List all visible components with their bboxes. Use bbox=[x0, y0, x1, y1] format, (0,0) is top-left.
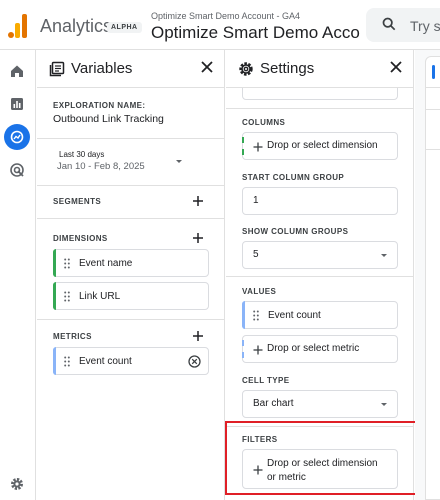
segments-label: SEGMENTS bbox=[53, 197, 102, 206]
values-label: VALUES bbox=[242, 287, 277, 296]
home-icon[interactable] bbox=[4, 58, 30, 84]
metrics-label: METRICS bbox=[53, 332, 92, 341]
date-range-value: Jan 10 - Feb 8, 2025 bbox=[57, 161, 145, 172]
divider bbox=[37, 218, 224, 219]
app-title: Analytics bbox=[40, 16, 113, 36]
divider bbox=[226, 108, 413, 109]
reports-icon[interactable] bbox=[4, 91, 30, 117]
divider bbox=[226, 276, 413, 277]
metric-label: Event count bbox=[79, 356, 132, 367]
analytics-logo-icon[interactable] bbox=[8, 14, 28, 38]
start-column-group-input[interactable]: 1 bbox=[242, 187, 398, 215]
value-label: Event count bbox=[268, 310, 321, 321]
gear-icon bbox=[239, 62, 253, 76]
gear-icon[interactable] bbox=[4, 471, 30, 497]
show-column-groups-label: SHOW COLUMN GROUPS bbox=[242, 227, 349, 236]
search-placeholder: Try se bbox=[410, 18, 440, 34]
search-input[interactable]: Try se bbox=[366, 8, 440, 42]
explore-icon[interactable] bbox=[4, 124, 30, 150]
dimension-chip[interactable]: Link URL bbox=[53, 282, 209, 310]
remove-icon[interactable] bbox=[188, 355, 201, 368]
exploration-name-label: EXPLORATION NAME: bbox=[53, 101, 146, 110]
metric-color-bar bbox=[53, 347, 56, 375]
date-range-picker[interactable]: Last 30 days Jan 10 - Feb 8, 2025 bbox=[53, 147, 183, 177]
close-icon[interactable] bbox=[200, 60, 214, 74]
previous-setting-field[interactable]: No bbox=[242, 88, 398, 100]
alpha-badge: ALPHA bbox=[107, 22, 142, 33]
metric-color-bar bbox=[242, 301, 245, 329]
divider bbox=[37, 319, 224, 320]
values-placeholder: Drop or select metric bbox=[267, 343, 360, 354]
add-dimension-icon[interactable] bbox=[192, 232, 204, 244]
dimension-color-bar bbox=[53, 282, 56, 310]
dimension-dash-bar bbox=[242, 137, 244, 155]
show-column-groups-value: 5 bbox=[253, 249, 259, 260]
start-column-group-label: START COLUMN GROUP bbox=[242, 173, 345, 182]
chevron-down-icon[interactable] bbox=[176, 160, 182, 163]
drag-handle-icon[interactable] bbox=[64, 291, 70, 302]
columns-placeholder: Drop or select dimension bbox=[267, 140, 378, 151]
add-metric-icon[interactable] bbox=[192, 330, 204, 342]
dimension-label: Event name bbox=[79, 258, 133, 269]
divider bbox=[426, 87, 440, 88]
metric-dash-bar bbox=[242, 340, 244, 358]
columns-label: COLUMNS bbox=[242, 118, 286, 127]
dimension-label: Link URL bbox=[79, 291, 121, 302]
cell-type-select[interactable]: Bar chart bbox=[242, 390, 398, 418]
columns-dropzone[interactable]: Drop or select dimension bbox=[242, 132, 398, 160]
search-icon bbox=[382, 17, 396, 31]
variables-title: Variables bbox=[71, 60, 133, 77]
variables-header: Variables bbox=[37, 50, 224, 88]
value-chip[interactable]: Event count bbox=[242, 301, 398, 329]
variables-icon bbox=[49, 61, 65, 77]
filters-highlight-box bbox=[225, 421, 422, 495]
drag-handle-icon[interactable] bbox=[64, 356, 70, 367]
show-column-groups-select[interactable]: 5 bbox=[242, 241, 398, 269]
cell-type-value: Bar chart bbox=[253, 398, 294, 409]
account-breadcrumb[interactable]: Optimize Smart Demo Account - GA4 bbox=[151, 11, 300, 21]
dimension-color-bar bbox=[53, 249, 56, 277]
property-selector[interactable]: Optimize Smart Demo Acco... bbox=[151, 23, 361, 43]
active-tab-indicator[interactable] bbox=[432, 65, 435, 79]
metric-chip[interactable]: Event count bbox=[53, 347, 209, 375]
drag-handle-icon[interactable] bbox=[64, 258, 70, 269]
top-field-clip: No bbox=[242, 88, 398, 100]
top-bar: Analytics ALPHA Optimize Smart Demo Acco… bbox=[0, 0, 440, 50]
date-preset-label: Last 30 days bbox=[59, 150, 105, 159]
exploration-name-field[interactable]: Outbound Link Tracking bbox=[53, 113, 164, 125]
divider bbox=[37, 185, 224, 186]
plus-icon bbox=[253, 142, 263, 152]
cell-type-label: CELL TYPE bbox=[242, 376, 290, 385]
divider bbox=[426, 109, 440, 110]
settings-header: Settings bbox=[226, 50, 413, 88]
variables-panel: Variables EXPLORATION NAME: Outbound Lin… bbox=[37, 50, 225, 500]
drag-handle-icon[interactable] bbox=[253, 310, 259, 321]
add-segment-icon[interactable] bbox=[192, 195, 204, 207]
chevron-down-icon bbox=[381, 403, 387, 406]
close-icon[interactable] bbox=[389, 60, 403, 74]
divider bbox=[426, 149, 440, 150]
start-column-group-value: 1 bbox=[253, 195, 259, 206]
values-dropzone[interactable]: Drop or select metric bbox=[242, 335, 398, 363]
plus-icon bbox=[253, 345, 263, 355]
settings-title: Settings bbox=[260, 60, 315, 77]
chevron-down-icon bbox=[381, 254, 387, 257]
tab-canvas bbox=[415, 50, 440, 500]
left-nav bbox=[0, 50, 36, 500]
previous-setting-value: No bbox=[253, 88, 266, 91]
canvas-card bbox=[425, 56, 440, 500]
dimensions-label: DIMENSIONS bbox=[53, 234, 108, 243]
advertising-icon[interactable] bbox=[4, 157, 30, 183]
dimension-chip[interactable]: Event name bbox=[53, 249, 209, 277]
divider bbox=[37, 138, 224, 139]
